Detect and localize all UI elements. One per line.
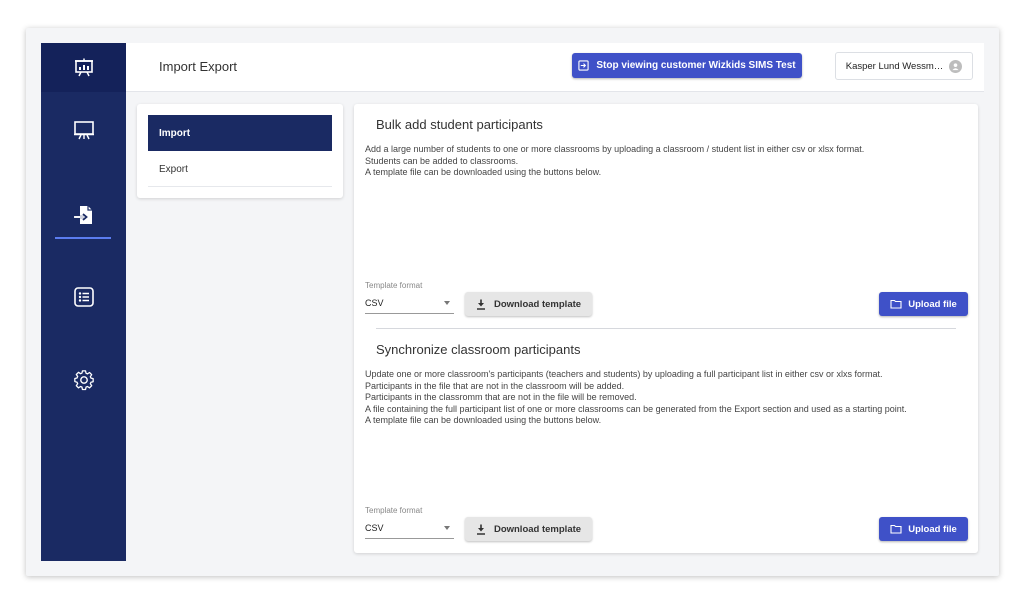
list-icon	[73, 287, 94, 307]
folder-icon	[890, 524, 902, 534]
import-content-card: Bulk add student participants Add a larg…	[354, 104, 978, 553]
template-format-select[interactable]: CSV	[365, 517, 454, 539]
avatar-icon	[949, 59, 963, 73]
download-icon	[476, 299, 485, 310]
app-window: Import Export Stop viewing customer Wizk…	[26, 28, 999, 576]
template-format-label: Template format	[365, 281, 423, 290]
presentation-board-icon	[74, 58, 93, 76]
user-menu-button[interactable]: Kasper Lund Wessm…	[835, 52, 973, 80]
section-title: Bulk add student participants	[376, 117, 543, 132]
download-template-label: Download template	[493, 523, 582, 535]
import-export-icon	[73, 206, 92, 224]
description-line: Participants in the classromm that are n…	[365, 392, 637, 403]
section-description: Update one or more classroom's participa…	[365, 369, 907, 427]
download-template-label: Download template	[493, 298, 582, 310]
presentation-icon	[73, 121, 94, 140]
section-description: Add a large number of students to one or…	[365, 144, 864, 179]
stop-viewing-customer-button[interactable]: Stop viewing customer Wizkids SIMS Test	[572, 53, 802, 78]
description-line: Update one or more classroom's participa…	[365, 369, 883, 379]
user-name: Kasper Lund Wessm…	[845, 60, 944, 72]
description-line: Students can be added to classrooms.	[365, 155, 519, 166]
template-format-label: Template format	[365, 506, 423, 515]
tab-export[interactable]: Export	[148, 151, 332, 187]
tab-import[interactable]: Import	[148, 115, 332, 151]
download-icon	[476, 524, 485, 535]
top-bar: Import Export Stop viewing customer Wizk…	[126, 43, 984, 92]
upload-file-label: Upload file	[908, 298, 957, 310]
description-line: Participants in the file that are not in…	[365, 380, 625, 391]
tab-export-label: Export	[159, 163, 188, 175]
download-template-button[interactable]: Download template	[465, 517, 592, 541]
folder-icon	[890, 299, 902, 309]
template-format-value: CSV	[365, 297, 384, 308]
divider	[148, 186, 332, 187]
nav-settings[interactable]	[41, 360, 126, 400]
page-title: Import Export	[159, 59, 238, 74]
import-export-tabs: Import Export	[137, 104, 343, 198]
nav-presentations[interactable]	[41, 110, 126, 150]
template-format-select[interactable]: CSV	[365, 292, 454, 314]
gear-icon	[73, 370, 94, 391]
upload-file-button[interactable]: Upload file	[879, 292, 968, 316]
description-line: A template file can be downloaded using …	[365, 167, 602, 178]
chevron-down-icon	[444, 300, 450, 305]
upload-file-button[interactable]: Upload file	[879, 517, 968, 541]
chevron-down-icon	[444, 525, 450, 530]
stop-viewing-label: Stop viewing customer Wizkids SIMS Test	[596, 60, 796, 71]
section-divider	[376, 328, 956, 329]
description-line: A template file can be downloaded using …	[365, 415, 602, 426]
download-template-button[interactable]: Download template	[465, 292, 592, 316]
nav-rail	[41, 43, 126, 561]
upload-file-label: Upload file	[908, 523, 957, 535]
nav-list[interactable]	[41, 277, 126, 317]
template-format-value: CSV	[365, 522, 384, 533]
description-line: A file containing the full participant l…	[365, 403, 907, 414]
exit-icon	[578, 60, 590, 71]
tab-import-label: Import	[159, 127, 191, 139]
nav-import-export[interactable]	[41, 195, 126, 239]
app-logo[interactable]	[41, 43, 126, 92]
description-line: Add a large number of students to one or…	[365, 144, 865, 154]
section-title: Synchronize classroom participants	[376, 342, 581, 357]
